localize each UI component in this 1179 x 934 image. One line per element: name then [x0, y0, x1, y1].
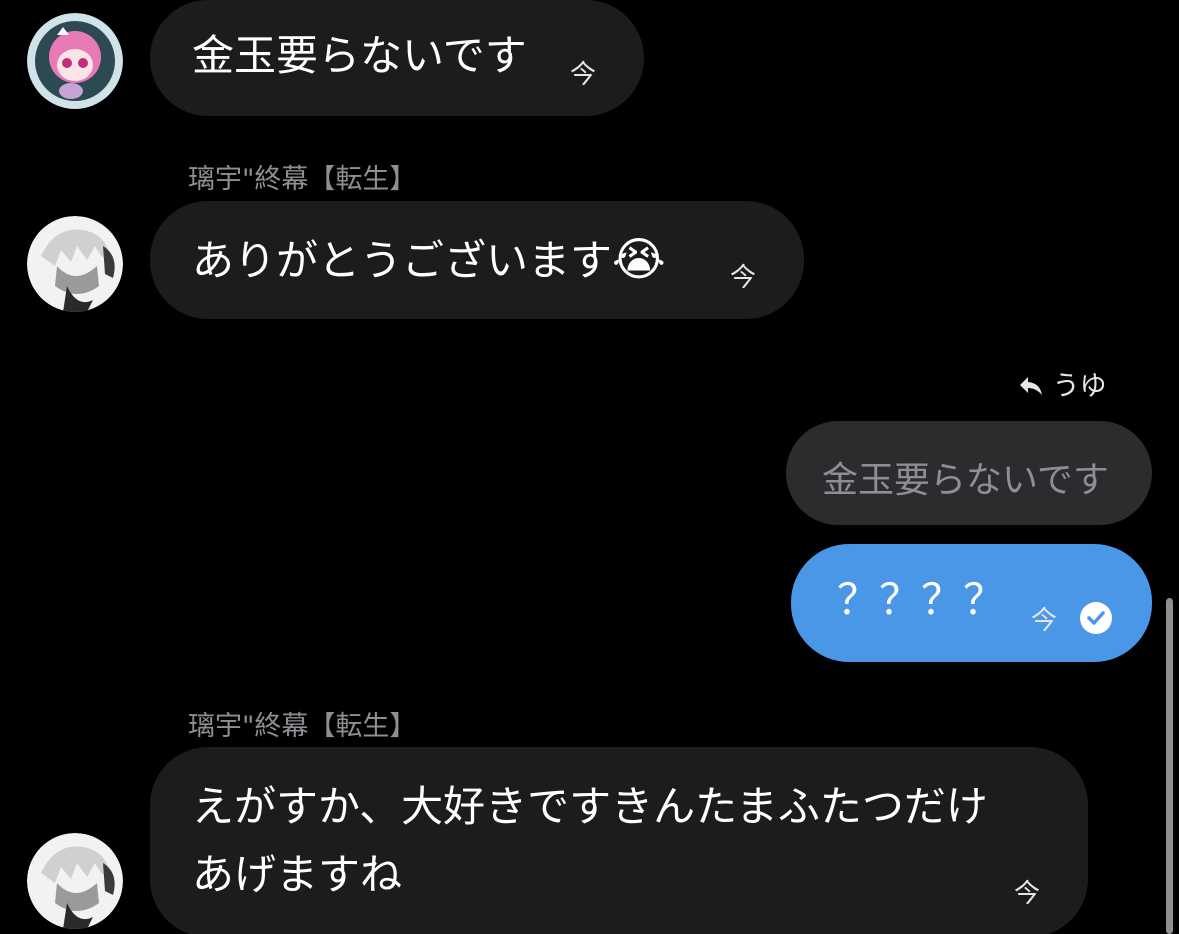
message-text-line-2: あげますね: [192, 850, 403, 899]
message-text: ？？？？: [837, 575, 1006, 624]
sender-name[interactable]: 璃宇"終幕【転生】: [188, 157, 416, 196]
avatar-image: [27, 833, 123, 929]
scrollbar-thumb[interactable]: [1166, 598, 1173, 934]
reply-indicator: うゆ: [1018, 364, 1107, 403]
message-bubble[interactable]: えがすか、大好きですきんたまふたつだけ あげますね 今: [150, 747, 1088, 934]
message-text-line-1: えがすか、大好きですきんたまふたつだけ: [192, 782, 988, 831]
message-bubble[interactable]: 金玉要らないです 今: [150, 0, 644, 116]
reply-to-name: うゆ: [1052, 371, 1107, 402]
message-time: 今: [730, 263, 757, 293]
message-time: 今: [1014, 879, 1041, 909]
quoted-message[interactable]: 金玉要らないです: [786, 421, 1152, 525]
message-time: 今: [570, 60, 597, 90]
avatar-image: [27, 216, 123, 312]
avatar-user-pink[interactable]: [27, 13, 123, 109]
avatar-image: [27, 13, 123, 109]
message-bubble[interactable]: ありがとうございます😭 今: [150, 201, 804, 319]
own-message-bubble[interactable]: ？？？？ 今: [791, 544, 1152, 662]
avatar-user-monochrome[interactable]: [27, 833, 123, 929]
chat-screen: 金玉要らないです 今 璃宇"終幕【転生】 ありがとうございます😭 今 うゆ 金玉…: [0, 0, 1179, 934]
message-time: 今: [1031, 606, 1058, 636]
quoted-text: 金玉要らないです: [822, 460, 1109, 501]
read-check-icon: [1080, 602, 1112, 634]
message-text: 金玉要らないです: [192, 31, 527, 80]
crying-emoji-icon: 😭: [612, 232, 666, 286]
avatar-user-monochrome[interactable]: [27, 216, 123, 312]
message-text-content: ありがとうございます: [192, 236, 613, 285]
reply-arrow-icon: [1020, 377, 1042, 395]
message-text: ありがとうございます😭: [192, 229, 666, 291]
sender-name[interactable]: 璃宇"終幕【転生】: [188, 704, 416, 743]
